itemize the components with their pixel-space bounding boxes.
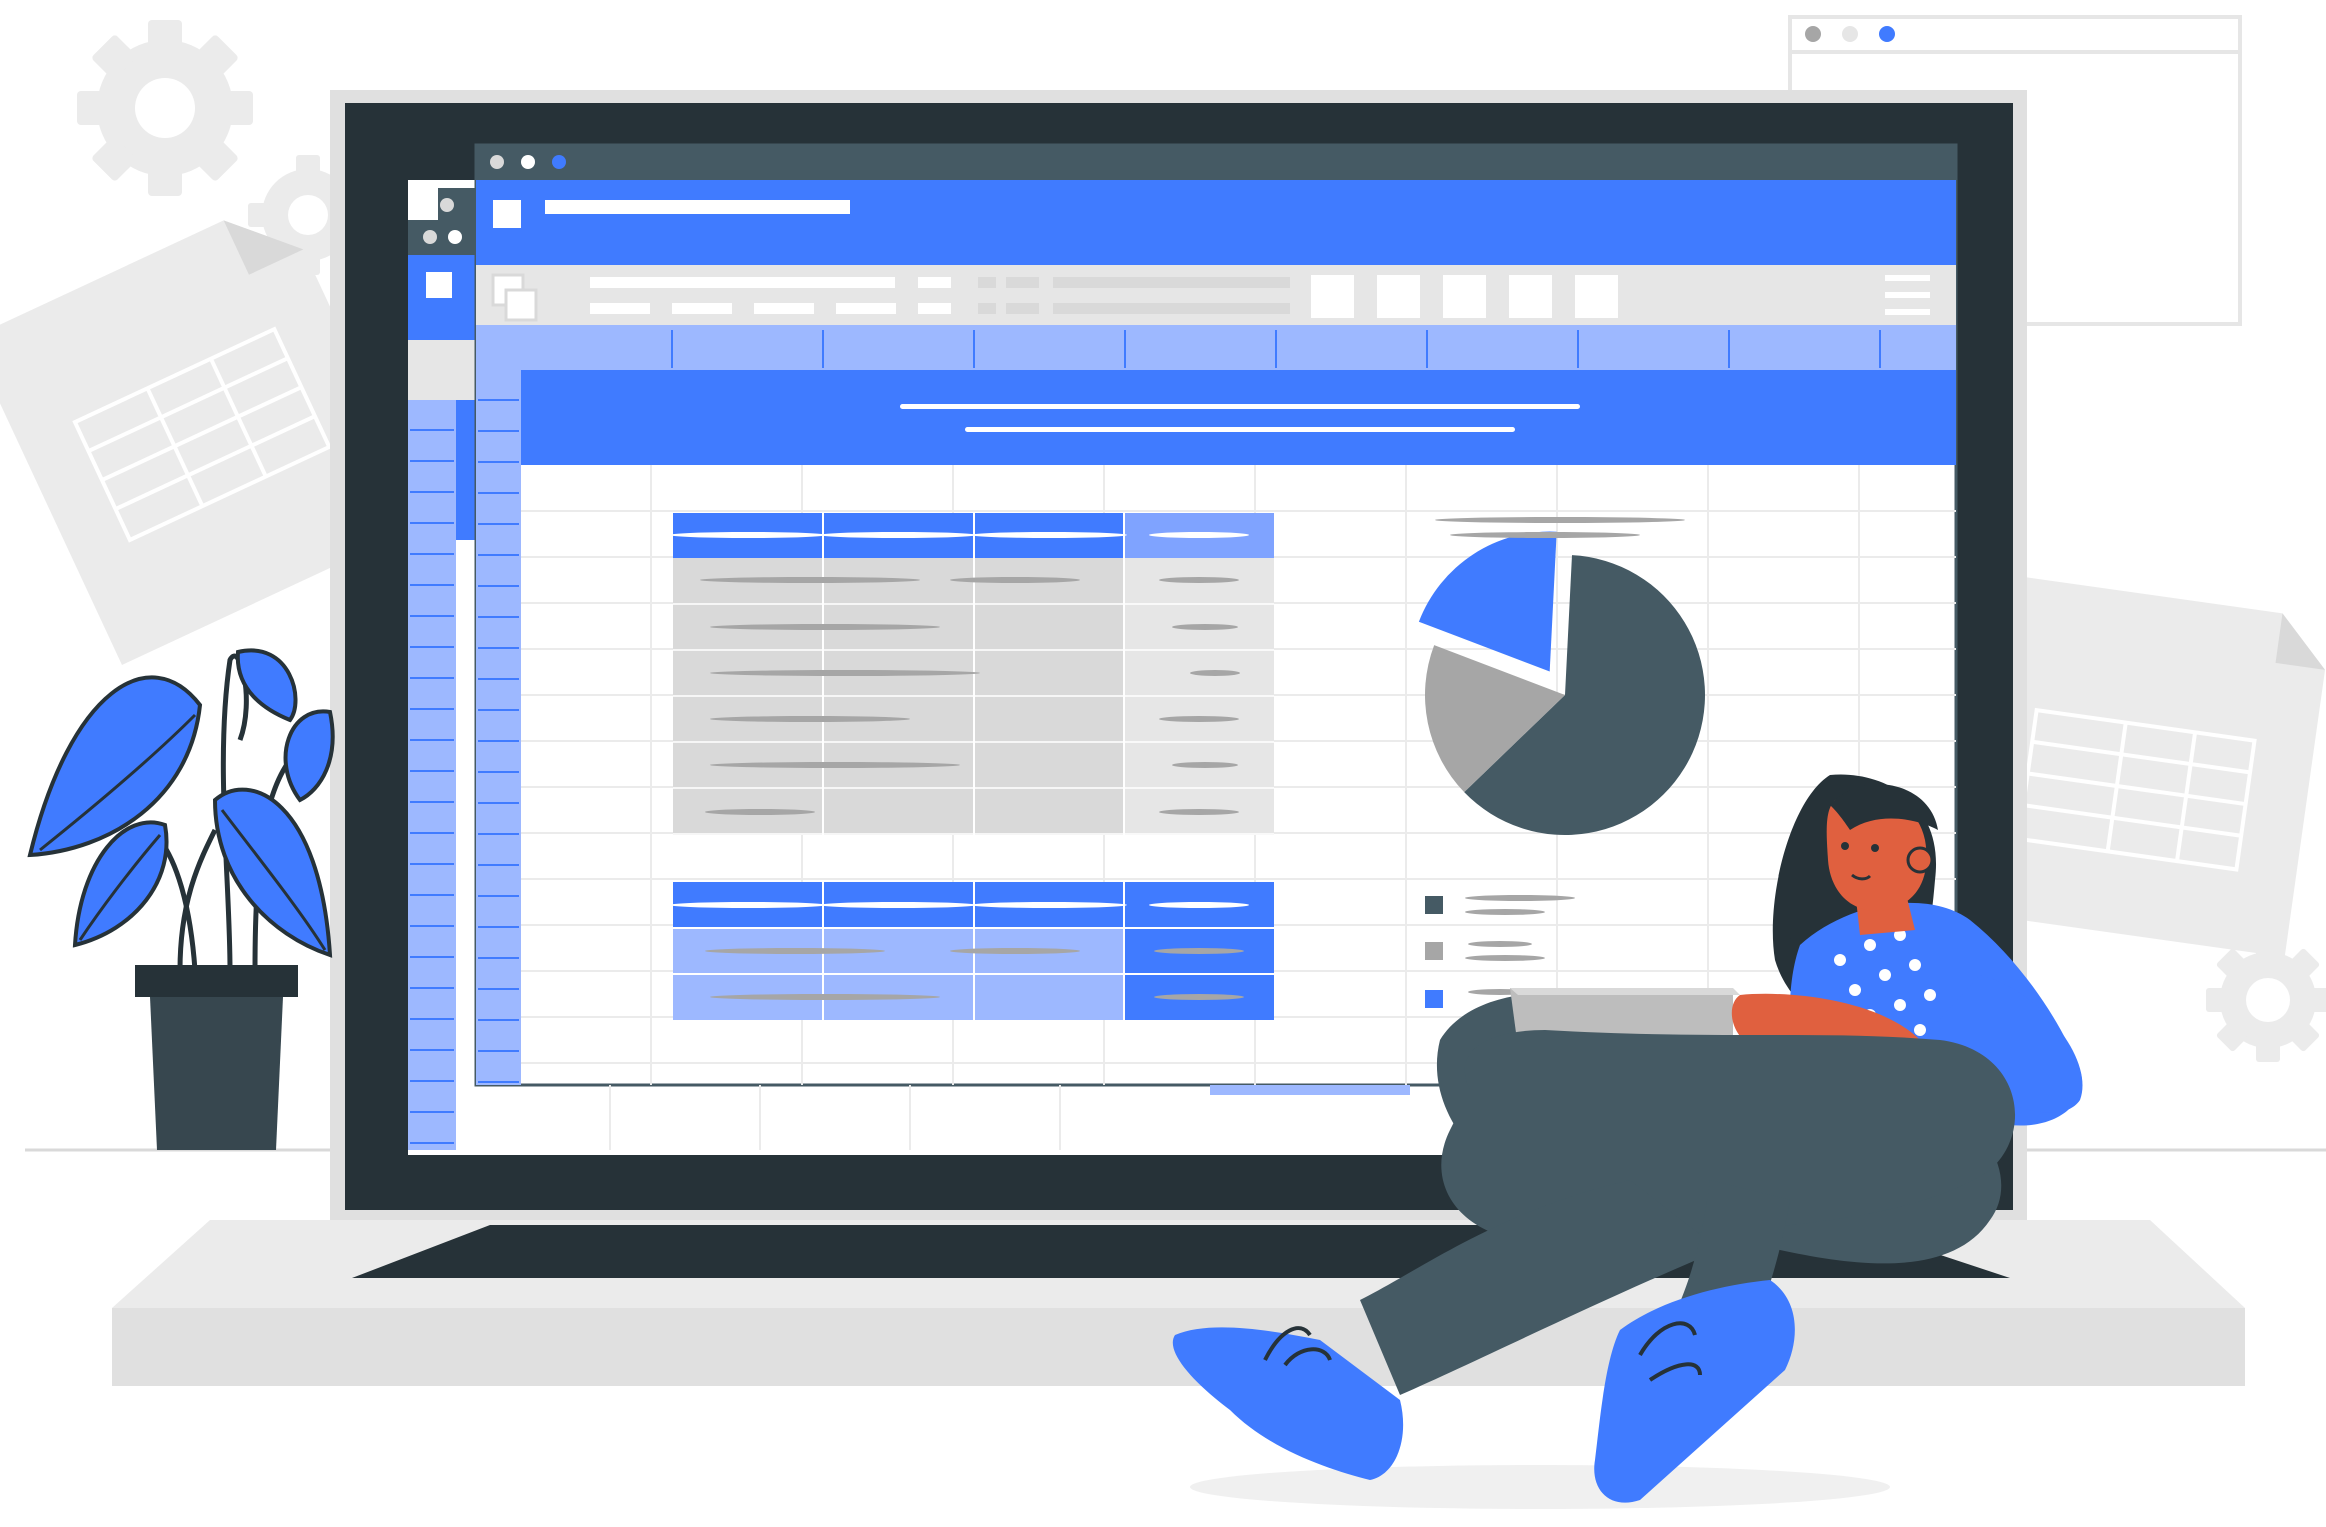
data-table-2 xyxy=(670,882,1274,1020)
illustration-scene xyxy=(0,0,2326,1527)
potted-plant xyxy=(27,648,335,1150)
app-logo-icon xyxy=(493,200,521,228)
leaf-icon xyxy=(27,675,203,858)
back-spreadsheet-window xyxy=(408,188,478,1153)
scene-svg xyxy=(0,15,2326,1509)
app-header xyxy=(476,180,1956,265)
gear-icon xyxy=(2206,938,2326,1062)
legend-swatch xyxy=(1425,990,1443,1008)
gear-icon xyxy=(77,20,253,196)
leaf-icon xyxy=(283,709,335,803)
leaf-icon xyxy=(212,787,333,958)
window-dots-icon xyxy=(490,155,566,169)
column-header-row xyxy=(476,325,1956,370)
data-table-1 xyxy=(670,513,1274,835)
window-titlebar xyxy=(476,145,1956,180)
window-dots-icon xyxy=(1805,26,1895,42)
legend-swatch xyxy=(1425,896,1443,914)
main-spreadsheet-window xyxy=(474,143,1958,1087)
toolbar xyxy=(476,265,1956,325)
app-title-placeholder xyxy=(545,200,850,214)
row-header-column xyxy=(476,325,521,1085)
sheet-title-band xyxy=(521,370,1956,465)
menu-icon xyxy=(1885,275,1930,315)
legend-swatch xyxy=(1425,942,1443,960)
